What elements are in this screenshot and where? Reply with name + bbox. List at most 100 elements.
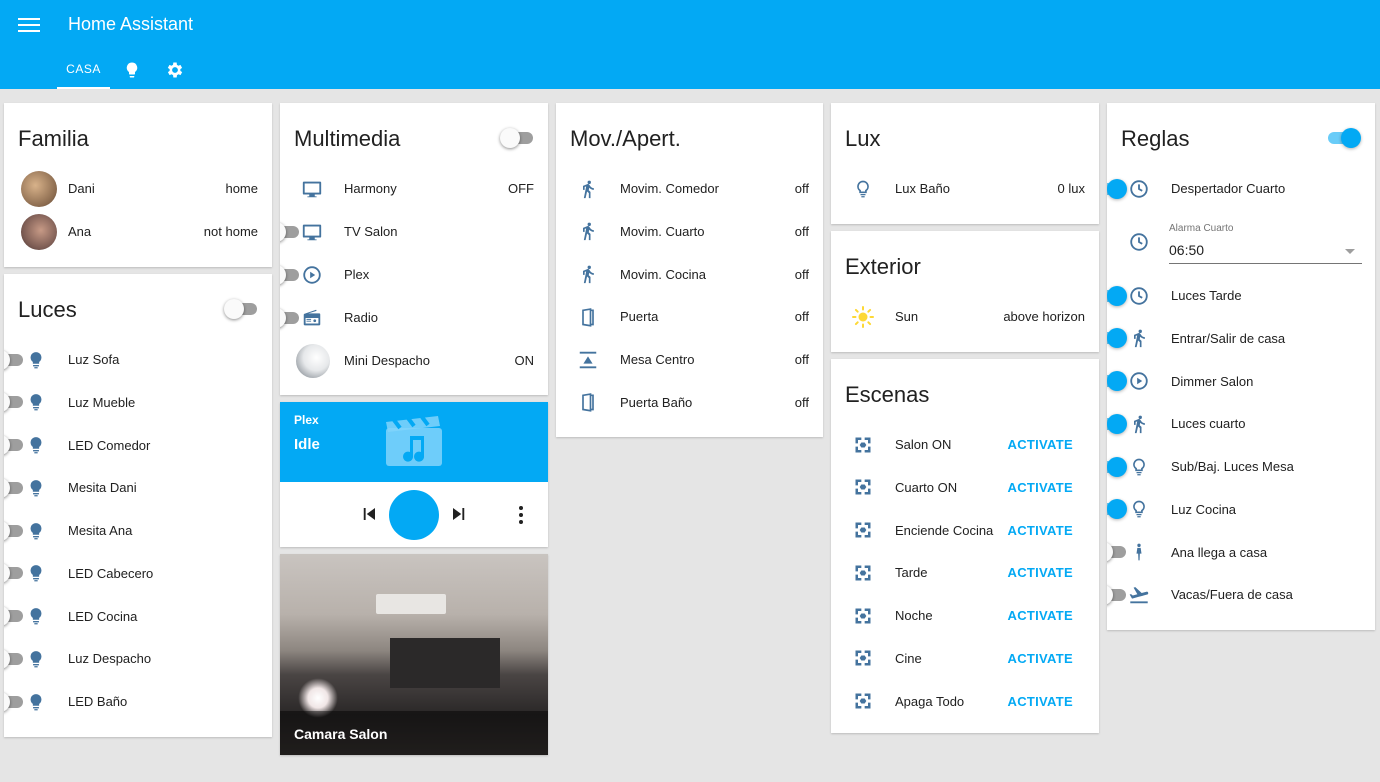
entity-name: TV Salon	[344, 224, 398, 239]
light-row[interactable]: LED Cocina	[4, 595, 272, 638]
entity-row-harmony[interactable]: Harmony OFF	[280, 167, 548, 210]
light-toggle[interactable]	[4, 691, 24, 713]
avatar	[21, 213, 57, 250]
multimedia-master-toggle[interactable]	[500, 127, 534, 149]
menu-icon[interactable]	[18, 16, 40, 34]
automation-row[interactable]: Ana llega a casa	[1107, 531, 1375, 574]
light-toggle[interactable]	[4, 562, 24, 584]
light-toggle[interactable]	[4, 520, 24, 542]
scene-name: Enciende Cocina	[895, 522, 994, 538]
camera-tv-shape	[390, 638, 500, 688]
movie-music-icon	[386, 416, 442, 466]
activate-button[interactable]: ACTIVATE	[1008, 437, 1073, 452]
activate-button[interactable]: ACTIVATE	[1008, 694, 1073, 709]
card-title: Lux	[845, 126, 881, 151]
automation-row[interactable]: Entrar/Salir de casa	[1107, 317, 1375, 360]
light-row[interactable]: LED Cabecero	[4, 552, 272, 595]
sensor-row[interactable]: Puerta off	[556, 295, 823, 338]
automation-toggle[interactable]	[1107, 285, 1127, 307]
light-toggle[interactable]	[4, 391, 24, 413]
play-button[interactable]	[389, 490, 439, 540]
entity-row-mini-despacho[interactable]: Mini Despacho ON	[280, 339, 548, 382]
activate-button[interactable]: ACTIVATE	[1008, 608, 1073, 623]
reglas-master-toggle[interactable]	[1327, 127, 1361, 149]
automation-toggle[interactable]	[1107, 327, 1127, 349]
entity-row-sun[interactable]: Sun above horizon	[831, 295, 1099, 338]
automation-toggle[interactable]	[1107, 541, 1127, 563]
light-toggle[interactable]	[4, 605, 24, 627]
entity-toggle[interactable]	[280, 221, 300, 243]
light-row[interactable]: Mesita Dani	[4, 466, 272, 509]
light-toggle[interactable]	[4, 477, 24, 499]
sensor-row[interactable]: Puerta Baño off	[556, 381, 823, 424]
light-row[interactable]: Mesita Ana	[4, 509, 272, 552]
speaker-image	[296, 343, 330, 378]
entity-row-tv-salon[interactable]: TV Salon	[280, 210, 548, 253]
light-toggle[interactable]	[4, 349, 24, 371]
luces-master-toggle[interactable]	[224, 298, 258, 320]
sensor-row[interactable]: Mesa Centro off	[556, 338, 823, 381]
automation-row[interactable]: Vacas/Fuera de casa	[1107, 573, 1375, 616]
camera-card[interactable]: Camara Salon	[280, 554, 548, 755]
light-toggle[interactable]	[4, 648, 24, 670]
automation-toggle[interactable]	[1107, 370, 1127, 392]
sensor-row[interactable]: Movim. Cuarto off	[556, 210, 823, 253]
lightbulb-icon	[24, 561, 48, 585]
automation-toggle[interactable]	[1107, 413, 1127, 435]
more-options-icon[interactable]	[516, 505, 526, 525]
entity-row-lux-bano[interactable]: Lux Baño 0 lux	[831, 167, 1099, 210]
person-row[interactable]: Dani home	[4, 167, 272, 210]
light-toggle[interactable]	[4, 434, 24, 456]
chevron-down-icon[interactable]	[1345, 249, 1355, 254]
light-row[interactable]: Luz Sofa	[4, 338, 272, 381]
automation-toggle[interactable]	[1107, 178, 1127, 200]
entity-toggle[interactable]	[280, 307, 300, 329]
scene-name: Tarde	[895, 565, 928, 581]
activate-button[interactable]: ACTIVATE	[1008, 523, 1073, 538]
alarm-time-select[interactable]: 06:50	[1169, 242, 1204, 258]
walk-icon	[576, 262, 600, 286]
entity-name: Mini Despacho	[344, 353, 430, 368]
lightbulb-icon	[24, 433, 48, 457]
automation-toggle[interactable]	[1107, 456, 1127, 478]
automation-toggle[interactable]	[1107, 584, 1127, 606]
automation-row[interactable]: Luz Cocina	[1107, 488, 1375, 531]
light-row[interactable]: Luz Mueble	[4, 381, 272, 424]
entity-row-radio[interactable]: Radio	[280, 296, 548, 339]
activate-button[interactable]: ACTIVATE	[1008, 651, 1073, 666]
scene-icon	[851, 689, 875, 713]
activate-button[interactable]: ACTIVATE	[1008, 480, 1073, 495]
sensor-name: Puerta	[620, 309, 659, 325]
automation-row[interactable]: Sub/Baj. Luces Mesa	[1107, 445, 1375, 488]
light-name: LED Cocina	[68, 608, 138, 624]
person-state: not home	[203, 224, 258, 239]
entity-row-plex[interactable]: Plex	[280, 253, 548, 296]
light-row[interactable]: LED Baño	[4, 680, 272, 723]
tv-icon	[300, 220, 324, 244]
automation-toggle[interactable]	[1107, 498, 1127, 520]
sensor-row[interactable]: Movim. Comedor off	[556, 167, 823, 210]
automation-row[interactable]: Luces Tarde	[1107, 274, 1375, 317]
light-name: LED Baño	[68, 694, 128, 709]
tab-lights[interactable]	[114, 50, 150, 89]
entity-toggle[interactable]	[280, 264, 300, 286]
walk-icon	[576, 177, 600, 201]
automation-row[interactable]: Despertador Cuarto	[1107, 167, 1375, 210]
tab-casa[interactable]: CASA	[57, 50, 110, 89]
automation-row[interactable]: Dimmer Salon	[1107, 360, 1375, 403]
person-row[interactable]: Ana not home	[4, 210, 272, 253]
light-row[interactable]: Luz Despacho	[4, 637, 272, 680]
automation-row[interactable]: Luces cuarto	[1107, 402, 1375, 445]
camera-name: Camara Salon	[294, 726, 388, 742]
sensor-row[interactable]: Movim. Cocina off	[556, 253, 823, 296]
automation-name: Luz Cocina	[1171, 501, 1237, 517]
light-row[interactable]: LED Comedor	[4, 424, 272, 467]
next-track-button[interactable]	[450, 505, 468, 523]
activate-button[interactable]: ACTIVATE	[1008, 565, 1073, 580]
tab-settings[interactable]	[157, 50, 193, 89]
scene-name: Cine	[895, 650, 922, 666]
scene-icon	[851, 475, 875, 499]
previous-track-button[interactable]	[360, 505, 378, 523]
lightbulb-icon	[24, 348, 48, 372]
person-name: Dani	[68, 181, 95, 196]
